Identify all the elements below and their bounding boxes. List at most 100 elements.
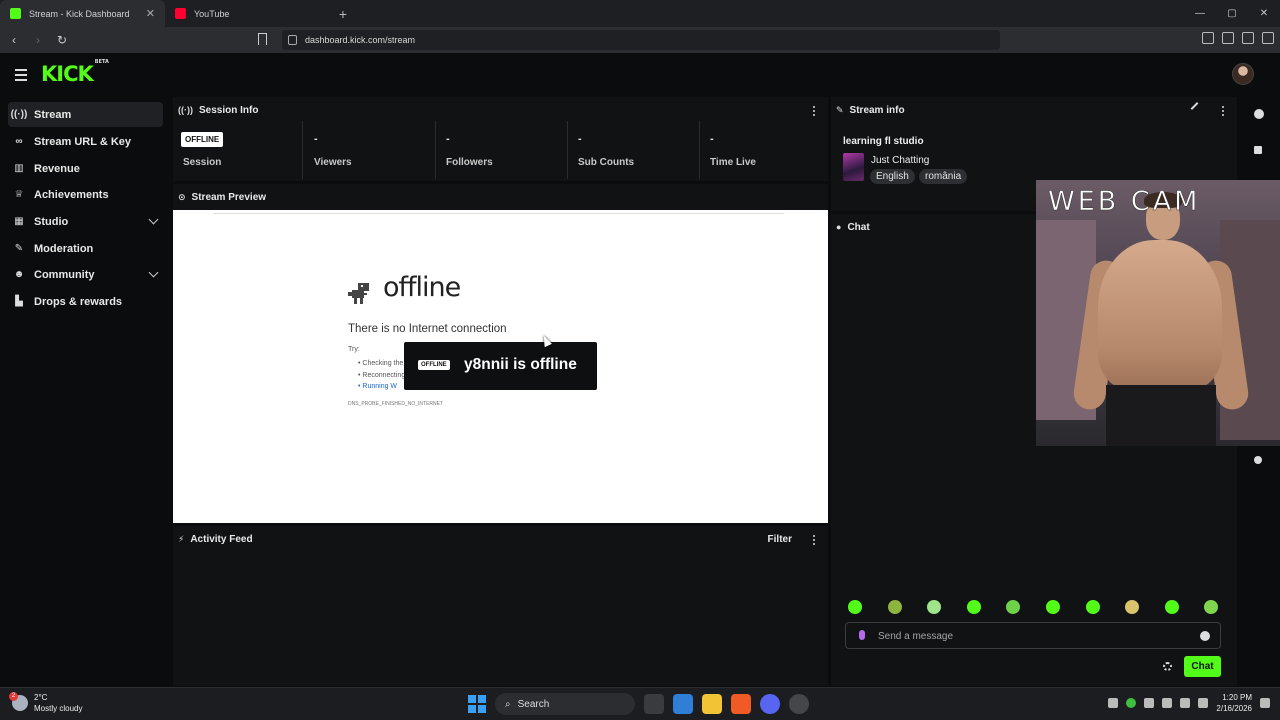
emote-icon[interactable] bbox=[967, 600, 981, 614]
volume-icon[interactable] bbox=[1180, 698, 1191, 708]
sidebar-item-revenue[interactable]: ▥ Revenue bbox=[8, 156, 163, 181]
bookmark-icon[interactable] bbox=[258, 33, 267, 45]
microphone-icon[interactable] bbox=[1144, 698, 1155, 708]
send-chat-button[interactable]: Chat bbox=[1184, 656, 1221, 677]
clock[interactable]: 1:20 PM 2/16/2026 bbox=[1216, 692, 1252, 714]
tag-english[interactable]: English bbox=[870, 169, 915, 184]
emote-icon[interactable] bbox=[1006, 600, 1020, 614]
wallet-icon[interactable] bbox=[1242, 32, 1254, 44]
chat-settings-icon[interactable] bbox=[1163, 662, 1172, 671]
status-badge: OFFLINE bbox=[181, 132, 224, 147]
stream-preview-header: ⊙ Stream Preview bbox=[173, 184, 828, 210]
list-item-link[interactable]: Running W bbox=[358, 381, 405, 393]
obs-icon[interactable] bbox=[789, 694, 809, 714]
weather-widget[interactable]: 2 2°C Mostly cloudy bbox=[9, 692, 82, 714]
forward-icon[interactable]: › bbox=[28, 33, 48, 47]
sidebar-item-drops-rewards[interactable]: ▙ Drops & rewards bbox=[8, 289, 163, 314]
brave-browser-icon[interactable] bbox=[731, 694, 751, 714]
tab-kick-dashboard[interactable]: Stream - Kick Dashboard ✕ bbox=[0, 0, 165, 27]
sidebar-item-studio[interactable]: ▦ Studio bbox=[8, 209, 163, 234]
sidebar-item-community[interactable]: ☻ Community bbox=[8, 262, 163, 287]
stream-info-title: Stream info bbox=[849, 104, 905, 116]
sidebar-nav: ((·)) Stream ∞ Stream URL & Key ▥ Revenu… bbox=[0, 96, 170, 686]
emoji-icon[interactable] bbox=[1200, 631, 1210, 641]
error-code: DNS_PROBE_FINISHED_NO_INTERNET bbox=[348, 401, 444, 407]
site-info-icon[interactable] bbox=[288, 35, 297, 45]
kick-header: KICK BETA bbox=[0, 53, 1280, 96]
more-options-icon[interactable] bbox=[813, 535, 816, 547]
microsoft-store-icon[interactable] bbox=[673, 694, 693, 714]
tray-app-icon[interactable] bbox=[1126, 698, 1137, 708]
broadcast-icon: ((·)) bbox=[10, 109, 28, 120]
offline-message: y8nnii is offline bbox=[464, 356, 577, 373]
task-view-icon[interactable] bbox=[644, 694, 664, 714]
weather-temp: 2°C bbox=[34, 693, 48, 702]
emote-icon[interactable] bbox=[1086, 600, 1100, 614]
emote-icon[interactable] bbox=[1204, 600, 1218, 614]
list-item: Reconnecting bbox=[358, 370, 405, 382]
session-info-panel: ((·)) Session Info OFFLINE Session - Vie… bbox=[173, 97, 828, 181]
edit-icon[interactable] bbox=[1190, 102, 1199, 110]
chevron-up-icon[interactable] bbox=[1108, 698, 1119, 708]
youtube-favicon-icon bbox=[175, 8, 186, 19]
minimize-icon[interactable]: — bbox=[1184, 8, 1216, 19]
hamburger-menu-icon[interactable] bbox=[15, 69, 27, 84]
stream-title: learning fl studio bbox=[843, 136, 924, 147]
emote-icon[interactable] bbox=[888, 600, 902, 614]
list-item: Checking the bbox=[358, 358, 405, 370]
session-info-title: ((·)) Session Info bbox=[178, 104, 259, 116]
taskbar-apps: ⌕ Search bbox=[468, 693, 809, 715]
tag-romania[interactable]: românia bbox=[919, 169, 968, 184]
emote-icon[interactable] bbox=[1165, 600, 1179, 614]
file-explorer-icon[interactable] bbox=[702, 694, 722, 714]
kick-favicon-icon bbox=[10, 8, 21, 19]
reload-icon[interactable]: ↻ bbox=[52, 33, 72, 47]
edit-icon[interactable] bbox=[1254, 146, 1262, 154]
menu-icon[interactable] bbox=[1262, 32, 1274, 44]
sidebar-toggle-icon[interactable] bbox=[1222, 32, 1234, 44]
windows-start-icon[interactable] bbox=[468, 695, 486, 713]
no-connection-text: There is no Internet connection bbox=[348, 323, 507, 335]
discord-icon[interactable] bbox=[760, 694, 780, 714]
layout-icon[interactable] bbox=[1254, 456, 1262, 464]
notifications-icon[interactable] bbox=[1260, 698, 1270, 708]
sidebar-item-stream[interactable]: ((·)) Stream bbox=[8, 102, 163, 127]
activity-feed-title: Activity Feed bbox=[190, 533, 253, 545]
emote-icon[interactable] bbox=[927, 600, 941, 614]
kick-logo[interactable]: KICK BETA bbox=[41, 59, 109, 86]
wifi-icon[interactable] bbox=[1162, 698, 1173, 708]
close-window-icon[interactable]: ✕ bbox=[1248, 8, 1280, 19]
info-icon[interactable] bbox=[1254, 109, 1264, 119]
chat-message-input[interactable] bbox=[878, 628, 1178, 644]
maximize-icon[interactable]: ▢ bbox=[1216, 8, 1248, 19]
browser-tab-strip: Stream - Kick Dashboard ✕ YouTube + — ▢ … bbox=[0, 0, 1280, 27]
user-avatar[interactable] bbox=[1232, 63, 1254, 85]
session-label: Session bbox=[183, 157, 222, 168]
sidebar-item-moderation[interactable]: ✎ Moderation bbox=[8, 236, 163, 261]
sidebar-item-achievements[interactable]: ♕ Achievements bbox=[8, 182, 163, 207]
sidebar-item-stream-url-key[interactable]: ∞ Stream URL & Key bbox=[8, 129, 163, 154]
session-status-cell: OFFLINE Session bbox=[173, 121, 303, 179]
address-bar[interactable]: dashboard.kick.com/stream bbox=[282, 30, 1000, 50]
offline-heading: offline bbox=[383, 272, 461, 303]
extensions-icon[interactable] bbox=[1202, 32, 1214, 44]
more-options-icon[interactable] bbox=[1222, 106, 1225, 118]
tab-youtube[interactable]: YouTube bbox=[165, 0, 330, 27]
emote-icon[interactable] bbox=[1046, 600, 1060, 614]
close-tab-icon[interactable]: ✕ bbox=[146, 7, 155, 20]
activity-feed-panel: ⚡ Activity Feed Filter bbox=[173, 526, 828, 686]
taskbar-search[interactable]: ⌕ Search bbox=[495, 693, 635, 715]
filter-button[interactable]: Filter bbox=[768, 534, 792, 545]
category-name[interactable]: Just Chatting bbox=[871, 155, 929, 166]
microphone-icon[interactable] bbox=[859, 630, 865, 640]
wrench-icon: ✎ bbox=[836, 104, 844, 115]
new-tab-button[interactable]: + bbox=[330, 6, 356, 22]
emote-icon[interactable] bbox=[848, 600, 862, 614]
search-icon: ⌕ bbox=[505, 698, 511, 710]
more-options-icon[interactable] bbox=[813, 106, 816, 118]
back-icon[interactable]: ‹ bbox=[4, 33, 24, 47]
category-thumbnail bbox=[843, 153, 864, 181]
browser-extensions bbox=[1202, 32, 1274, 44]
emote-icon[interactable] bbox=[1125, 600, 1139, 614]
battery-icon[interactable] bbox=[1198, 698, 1209, 708]
